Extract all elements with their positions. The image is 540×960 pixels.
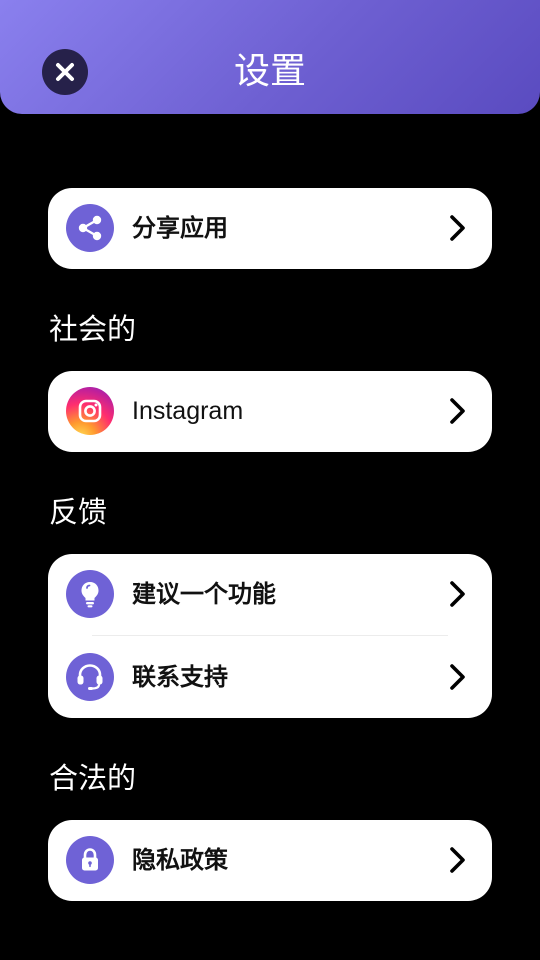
section-title-social: 社会的 [49, 312, 137, 346]
share-app-label: 分享应用 [132, 214, 228, 242]
feedback-card: 建议一个功能 联系支持 [48, 554, 492, 718]
chevron-right-icon [450, 581, 465, 607]
chevron-right-icon [450, 664, 465, 690]
privacy-policy-row[interactable]: 隐私政策 [48, 820, 492, 901]
page-title: 设置 [233, 51, 306, 92]
share-icon [66, 204, 114, 252]
suggest-feature-row[interactable]: 建议一个功能 [48, 554, 492, 635]
chevron-right-icon [450, 398, 465, 424]
contact-support-label: 联系支持 [132, 663, 228, 691]
header-bar: 设置 [0, 0, 540, 114]
headset-icon [66, 653, 114, 701]
lock-icon [66, 836, 114, 884]
suggest-feature-label: 建议一个功能 [132, 580, 276, 608]
divider [92, 635, 448, 636]
instagram-icon [66, 387, 114, 435]
section-title-legal: 合法的 [49, 761, 137, 795]
lightbulb-icon [66, 570, 114, 618]
chevron-right-icon [450, 215, 465, 241]
contact-support-row[interactable]: 联系支持 [48, 637, 492, 718]
share-app-row[interactable]: 分享应用 [48, 188, 492, 269]
chevron-right-icon [450, 847, 465, 873]
privacy-policy-label: 隐私政策 [132, 846, 228, 874]
section-title-feedback: 反馈 [49, 495, 108, 529]
legal-card: 隐私政策 [48, 820, 492, 901]
social-card: Instagram [48, 371, 492, 452]
instagram-label: Instagram [132, 397, 244, 425]
share-card: 分享应用 [48, 188, 492, 269]
instagram-row[interactable]: Instagram [48, 371, 492, 452]
